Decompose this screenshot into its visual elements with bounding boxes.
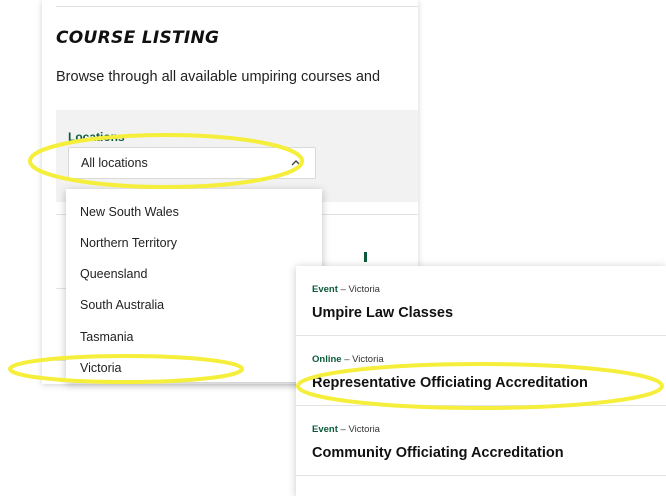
intro-text: Browse through all available umpiring co…: [56, 69, 381, 85]
divider: [56, 6, 418, 7]
divider: [296, 475, 666, 476]
result-location: Victoria: [352, 354, 384, 365]
result-type: Event: [312, 424, 338, 435]
result-location: Victoria: [348, 424, 380, 435]
result-title[interactable]: Community Officiating Accreditation: [312, 445, 564, 461]
course-results-panel: Event – Victoria Umpire Law Classes Onli…: [296, 266, 666, 496]
course-result-item[interactable]: Online – Victoria Representative Officia…: [296, 336, 666, 406]
course-result-item[interactable]: Event – Victoria Umpire Law Classes: [296, 266, 666, 336]
result-meta: Online – Victoria: [312, 354, 384, 365]
locations-select-value: All locations: [81, 156, 148, 170]
dropdown-option-queensland[interactable]: Queensland: [80, 267, 147, 281]
chevron-up-icon: [291, 160, 301, 166]
locations-select[interactable]: All locations: [68, 147, 316, 179]
locations-dropdown-menu: New South Wales Northern Territory Queen…: [66, 189, 322, 382]
accent-mark: [364, 252, 367, 262]
course-result-item[interactable]: Event – Victoria Community Officiating A…: [296, 406, 666, 476]
page-title: COURSE LISTING: [56, 28, 220, 48]
result-type: Event: [312, 284, 338, 295]
dropdown-option-northern-territory[interactable]: Northern Territory: [80, 236, 177, 250]
result-title[interactable]: Representative Officiating Accreditation: [312, 375, 588, 391]
dropdown-option-tasmania[interactable]: Tasmania: [80, 330, 134, 344]
dropdown-option-new-south-wales[interactable]: New South Wales: [80, 205, 179, 219]
dropdown-option-south-australia[interactable]: South Australia: [80, 298, 164, 312]
result-meta: Event – Victoria: [312, 424, 380, 435]
result-meta: Event – Victoria: [312, 284, 380, 295]
locations-label: Locations: [68, 130, 125, 144]
result-type: Online: [312, 354, 342, 365]
meta-separator: –: [344, 354, 353, 365]
result-location: Victoria: [348, 284, 380, 295]
result-title[interactable]: Umpire Law Classes: [312, 305, 453, 321]
dropdown-option-victoria[interactable]: Victoria: [80, 361, 121, 375]
